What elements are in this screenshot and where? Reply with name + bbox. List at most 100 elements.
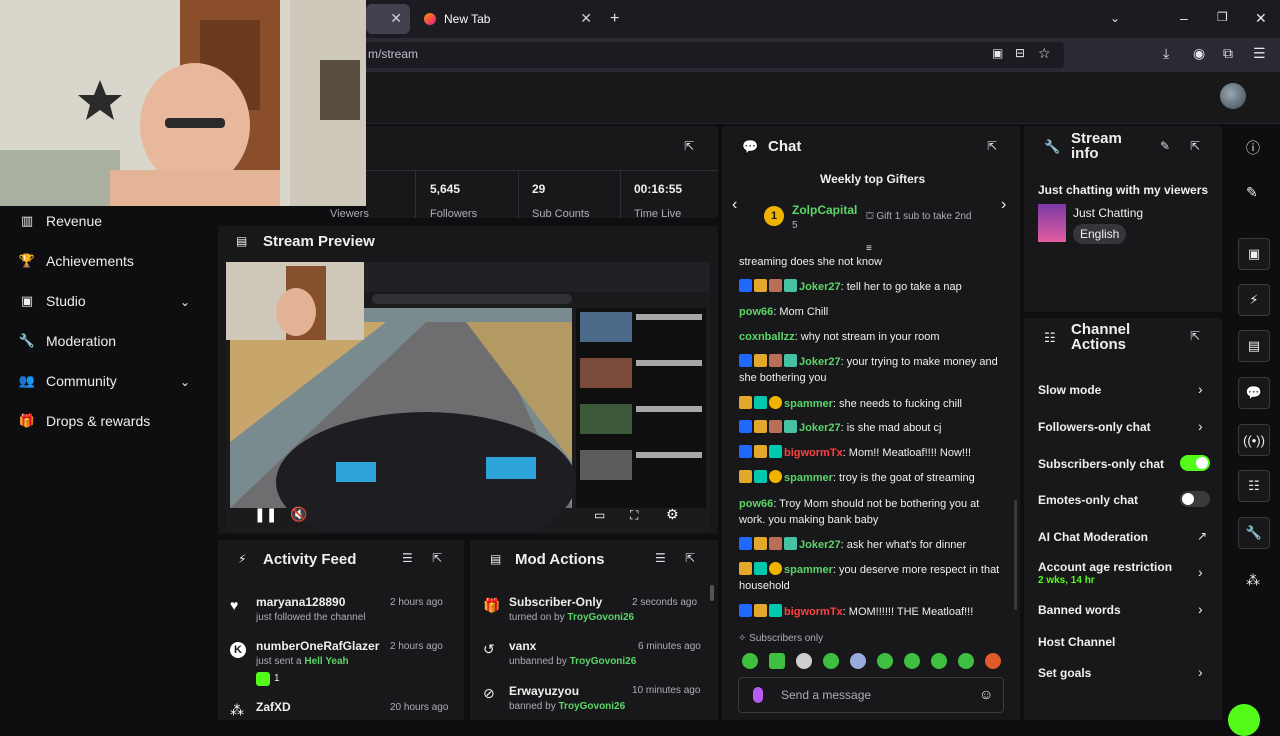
menu-icon[interactable]: ☰: [1253, 45, 1266, 62]
emote-icon[interactable]: [742, 653, 758, 669]
close-tab-icon[interactable]: ✕: [390, 10, 402, 27]
popout-icon[interactable]: ⇱: [1190, 139, 1200, 153]
action-host-channel[interactable]: Host Channel: [1038, 635, 1115, 649]
popout-icon[interactable]: ⇱: [432, 551, 442, 565]
fullscreen-icon[interactable]: ⛶: [630, 508, 638, 523]
rail-chat-button[interactable]: 💬: [1238, 377, 1270, 409]
top-gifter-name[interactable]: ZolpCapital: [792, 203, 857, 217]
sidebar-item-achievements[interactable]: 🏆 Achievements: [18, 249, 134, 273]
sidebar-item-studio[interactable]: ▣ Studio: [18, 289, 86, 313]
microphone-icon[interactable]: [753, 687, 763, 703]
category-thumbnail[interactable]: [1038, 204, 1066, 242]
emote-icon[interactable]: [850, 653, 866, 669]
rail-channel-actions-button[interactable]: ☷: [1238, 470, 1270, 502]
mod-item-name[interactable]: Subscriber-Only: [509, 595, 602, 609]
emoji-icon[interactable]: ☺: [979, 686, 993, 702]
chevron-right-icon[interactable]: ›: [1198, 664, 1203, 680]
sidebar-item-drops[interactable]: 🎁 Drops & rewards: [18, 409, 150, 433]
subscribers-only-toggle[interactable]: [1180, 455, 1210, 471]
crown-badge-icon: [739, 562, 752, 575]
chevron-down-icon[interactable]: ⌄: [180, 295, 190, 309]
active-tab[interactable]: ✕: [366, 4, 410, 34]
emotes-only-toggle[interactable]: [1180, 491, 1210, 507]
chat-title: Chat: [768, 138, 802, 155]
bookmark-star-icon[interactable]: ☆: [1038, 45, 1051, 62]
download-icon[interactable]: ⤓: [1163, 45, 1169, 62]
new-tab-icon[interactable]: +: [610, 10, 619, 28]
popout-icon[interactable]: ⇱: [987, 139, 997, 153]
avatar[interactable]: [1220, 83, 1246, 109]
popout-icon[interactable]: ⇱: [684, 139, 694, 153]
action-banned-words[interactable]: Banned words: [1038, 603, 1121, 617]
maximize-icon[interactable]: ❐: [1217, 10, 1228, 24]
action-followers-only[interactable]: Followers-only chat: [1038, 420, 1151, 434]
chevron-right-icon[interactable]: ›: [1198, 418, 1203, 434]
emote-icon[interactable]: [823, 653, 839, 669]
emote-icon[interactable]: [985, 653, 1001, 669]
no-image-icon[interactable]: ▣: [992, 46, 1003, 60]
chat-scrollbar[interactable]: [1014, 500, 1017, 610]
emote-icon[interactable]: [796, 653, 812, 669]
scrollbar[interactable]: [710, 585, 714, 601]
rail-activity-button[interactable]: ⚡: [1238, 284, 1270, 316]
minimize-icon[interactable]: –: [1180, 10, 1188, 26]
green-fab[interactable]: [1228, 704, 1260, 736]
rail-broadcast-button[interactable]: ((•)): [1238, 424, 1270, 456]
stream-preview-video[interactable]: ❚❚ 🔇 ▭ ⛶ ⚙: [226, 262, 710, 532]
feed-item-name[interactable]: ZafXD: [256, 700, 291, 714]
feed-item-name[interactable]: maryana128890: [256, 595, 345, 609]
chevron-left-icon[interactable]: ‹: [732, 196, 737, 214]
emote-icon[interactable]: [877, 653, 893, 669]
chevron-right-icon[interactable]: ›: [1198, 601, 1203, 617]
sidebar-item-moderation[interactable]: 🔧 Moderation: [18, 329, 116, 353]
feed-item-name[interactable]: numberOneRafGlazer: [256, 639, 379, 653]
filter-icon[interactable]: ☰: [402, 551, 413, 565]
save-page-icon[interactable]: ⊟: [1015, 46, 1025, 60]
action-account-age[interactable]: Account age restriction: [1038, 560, 1172, 574]
emote-icon[interactable]: [769, 653, 785, 669]
action-set-goals[interactable]: Set goals: [1038, 666, 1091, 680]
category-name[interactable]: Just Chatting: [1073, 206, 1143, 220]
address-bar-text[interactable]: m/stream: [368, 47, 418, 61]
popout-icon[interactable]: ⇱: [685, 551, 695, 565]
extensions-icon[interactable]: ⧉: [1223, 45, 1233, 62]
close-tab-icon[interactable]: ✕: [580, 10, 592, 27]
account-icon[interactable]: ◉: [1193, 45, 1205, 62]
rail-stream-preview-button[interactable]: ▣: [1238, 238, 1270, 270]
action-ai-moderation[interactable]: AI Chat Moderation: [1038, 530, 1148, 544]
sidebar-item-community[interactable]: 👥 Community: [18, 369, 117, 393]
info-icon[interactable]: ⓘ: [1246, 138, 1260, 158]
pip-icon[interactable]: ▭: [594, 508, 605, 522]
address-bar[interactable]: [362, 42, 1064, 68]
popout-icon[interactable]: ⇱: [1190, 329, 1200, 343]
layout-icon[interactable]: ⁂: [1246, 572, 1260, 589]
chevron-down-icon[interactable]: ⌄: [180, 375, 190, 389]
action-subscribers-only[interactable]: Subscribers-only chat: [1038, 457, 1164, 471]
emote-icon[interactable]: [958, 653, 974, 669]
tab-new-tab[interactable]: New Tab ✕: [414, 4, 600, 34]
external-link-icon[interactable]: ↗: [1197, 529, 1207, 543]
sidebar-item-revenue[interactable]: ▥ Revenue: [18, 209, 102, 233]
chevron-right-icon[interactable]: ›: [1198, 381, 1203, 397]
action-slow-mode[interactable]: Slow mode: [1038, 383, 1101, 397]
action-emotes-only[interactable]: Emotes-only chat: [1038, 493, 1138, 507]
mod-item-name[interactable]: vanx: [509, 639, 536, 653]
emote-icon[interactable]: [904, 653, 920, 669]
rail-stream-info-button[interactable]: 🔧: [1238, 517, 1270, 549]
filter-icon[interactable]: ☰: [655, 551, 666, 565]
close-window-icon[interactable]: ✕: [1255, 10, 1267, 27]
mod-item-name[interactable]: Erwayuzyou: [509, 684, 579, 698]
edit-pencil-icon[interactable]: ✎: [1246, 184, 1258, 201]
chevron-right-icon[interactable]: ›: [1198, 564, 1203, 580]
feed-item-time: 2 hours ago: [390, 641, 443, 652]
chat-input[interactable]: Send a message ☺: [738, 677, 1004, 713]
settings-gear-icon[interactable]: ⚙: [666, 506, 679, 523]
pause-icon[interactable]: ❚❚: [254, 506, 277, 523]
rail-mod-actions-button[interactable]: ▤: [1238, 330, 1270, 362]
mute-icon[interactable]: 🔇: [290, 506, 307, 523]
edit-pencil-icon[interactable]: ✎: [1160, 139, 1170, 153]
emote-icon[interactable]: [931, 653, 947, 669]
chevron-right-icon[interactable]: ›: [1001, 196, 1006, 214]
drag-handle-icon[interactable]: ≡: [866, 243, 872, 254]
tab-list-chevron-icon[interactable]: ⌄: [1110, 11, 1120, 25]
